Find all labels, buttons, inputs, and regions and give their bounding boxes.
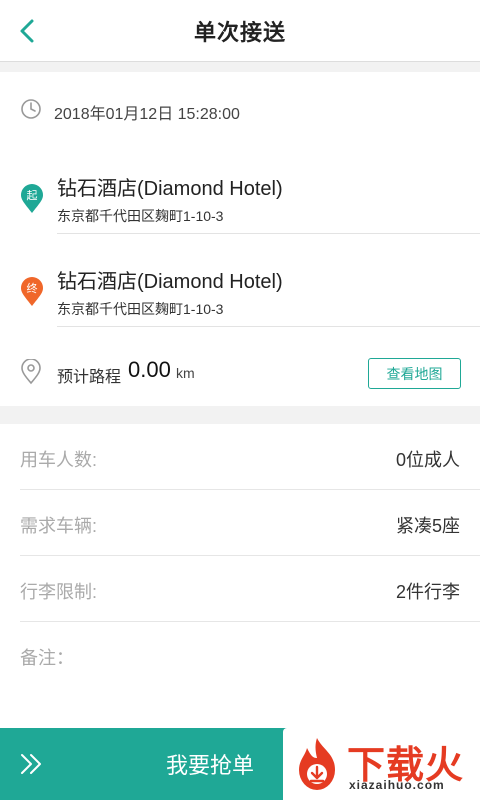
grab-order-label: 我要抢单: [165, 753, 254, 778]
end-location: 终 钻石酒店(Diamond Hotel) 东京都千代田区麹町1-10-3: [0, 247, 480, 327]
location-pin-icon: [21, 359, 41, 385]
distance-label: 预计路程: [57, 369, 122, 386]
flame-logo-icon: [299, 738, 335, 790]
start-marker-label: 起: [27, 189, 38, 202]
detail-key: 行李限制:: [20, 582, 98, 602]
detail-row-vehicle: 需求车辆: 紧凑5座: [0, 490, 480, 556]
distance-unit: km: [176, 365, 195, 381]
end-pin-icon: 终: [21, 277, 43, 306]
detail-row-remarks: 备注：: [0, 622, 480, 688]
detail-value: 2件行李: [395, 582, 460, 602]
chevron-left-icon[interactable]: [14, 17, 42, 45]
detail-key: 需求车辆:: [20, 516, 98, 536]
divider: [57, 233, 480, 234]
pickup-time-row: 2018年01月12日 15:28:00: [0, 96, 480, 123]
pickup-time: 2018年01月12日 15:28:00: [54, 106, 240, 123]
order-details: 用车人数: 0位成人 需求车辆: 紧凑5座 行李限制: 2件行李 备注：: [0, 424, 480, 728]
start-address: 东京都千代田区麹町1-10-3: [57, 208, 224, 224]
detail-row-luggage: 行李限制: 2件行李: [0, 556, 480, 622]
page-title: 单次接送: [193, 19, 286, 45]
start-name: 钻石酒店(Diamond Hotel): [57, 178, 283, 200]
watermark-site: xiazaihuo.com: [349, 778, 445, 792]
distance-value: 0.00: [128, 357, 171, 382]
trip-card: 2018年01月12日 15:28:00 起 钻石酒店(Diamond Hote…: [0, 72, 480, 406]
detail-value: 0位成人: [395, 450, 460, 470]
view-map-button[interactable]: 查看地图: [368, 358, 461, 389]
divider: [57, 326, 480, 327]
start-location: 起 钻石酒店(Diamond Hotel) 东京都千代田区麹町1-10-3: [0, 154, 480, 234]
detail-key: 备注：: [20, 648, 74, 668]
double-chevron-right-icon: [21, 754, 41, 774]
watermark: 下载火 xiazaihuo.com: [283, 728, 480, 800]
clock-icon: [21, 99, 41, 119]
end-marker-label: 终: [27, 281, 38, 295]
detail-value: 紧凑5座: [395, 516, 460, 536]
detail-row-passengers: 用车人数: 0位成人: [0, 424, 480, 490]
start-pin-icon: 起: [21, 184, 43, 213]
distance-row: 预计路程 0.00 km 查看地图: [0, 352, 480, 392]
end-name: 钻石酒店(Diamond Hotel): [57, 271, 283, 293]
top-bar: 单次接送: [0, 0, 480, 62]
end-address: 东京都千代田区麹町1-10-3: [57, 301, 224, 317]
detail-key: 用车人数:: [20, 450, 98, 470]
